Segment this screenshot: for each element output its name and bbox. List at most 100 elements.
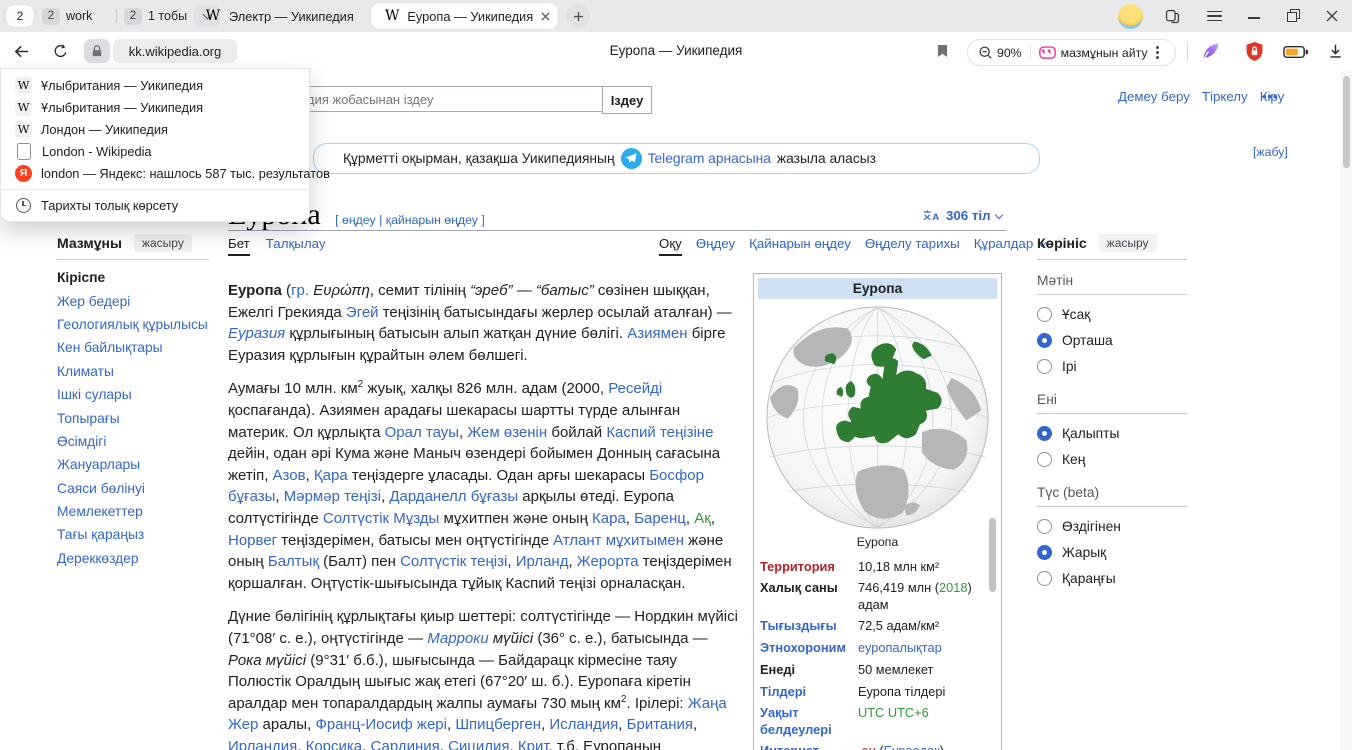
page-tab[interactable]: Талқылау [266, 236, 326, 256]
page-tab[interactable]: Қайнарын өңдеу [749, 236, 851, 256]
page-tab[interactable]: Бет [228, 236, 250, 256]
radio-label: Кең [1062, 452, 1085, 467]
wiki-more-menu[interactable]: ••• [1262, 89, 1279, 104]
tab-group-collapsed[interactable]: 2 [6, 5, 34, 27]
wiki-search-button[interactable]: Іздеу [602, 86, 652, 114]
radio-label: Орташа [1062, 333, 1113, 348]
header-link[interactable]: Демеу беру [1118, 89, 1190, 104]
telegram-channel-link[interactable]: Telegram арнасына [648, 151, 771, 166]
appearance-section-color: Түс (beta) Өздігінен Жарық [1037, 485, 1187, 591]
window-minimize-button[interactable] [1245, 9, 1263, 27]
language-selector[interactable]: A 306 тіл [922, 208, 1002, 223]
tab-group-work[interactable]: 2 work [42, 5, 92, 27]
section-divider [1037, 506, 1187, 507]
radio-option[interactable]: Қалыпты [1037, 420, 1187, 446]
radio-option[interactable]: Ұсақ [1037, 301, 1187, 327]
plus-icon [573, 11, 584, 22]
appearance-hide-button[interactable]: жасыру [1099, 234, 1157, 252]
toc-item[interactable]: Жануарлары [57, 453, 209, 476]
tab-europa-active[interactable]: W Еуропа — Уикипедия [371, 3, 558, 29]
suggestion-item[interactable]: Лондон — Уикипедия [1, 118, 309, 140]
toc-item[interactable]: Дереккөздер [57, 547, 209, 570]
suggestion-item[interactable]: Ұлыбритания — Уикипедия [1, 96, 309, 118]
bookmark-button[interactable] [935, 43, 949, 59]
toc-item[interactable]: Кен байлықтары [57, 336, 209, 359]
close-tab-icon[interactable] [541, 12, 550, 21]
suggestion-item[interactable]: Ұлыбритания — Уикипедия [1, 74, 309, 96]
toc-item[interactable]: Климаты [57, 360, 209, 383]
browser-menu-button[interactable] [1205, 7, 1223, 25]
radio-label: Ірі [1062, 359, 1077, 374]
radio-option[interactable]: Орташа [1037, 327, 1187, 353]
radio-option[interactable]: Ірі [1037, 353, 1187, 379]
wikipedia-favicon: W [385, 8, 399, 24]
radio-option[interactable]: Кең [1037, 446, 1187, 472]
browser-toolbar: kk.wikipedia.org Еуропа — Уикипедия 90% … [0, 32, 1352, 71]
infobox-caption: Еуропа [758, 535, 997, 549]
editor-extension-button[interactable] [1200, 40, 1222, 62]
toc-item[interactable]: Ішкі сулары [57, 383, 209, 406]
radio-label: Қараңғы [1062, 571, 1116, 586]
profile-avatar[interactable] [1118, 4, 1143, 29]
window-maximize-button[interactable] [1284, 7, 1302, 25]
side-panel-button[interactable] [1163, 7, 1181, 25]
close-icon [1326, 10, 1338, 22]
page-tab[interactable]: Құралдар [974, 236, 1046, 256]
show-full-history-item[interactable]: Тарихты толық көрсету [1, 194, 309, 217]
infobox-image[interactable] [758, 304, 997, 531]
window-close-button[interactable] [1323, 7, 1341, 25]
radio-option[interactable]: Өздігінен [1037, 513, 1187, 539]
toc-item[interactable]: Саяси бөлінуі [57, 477, 209, 500]
inner-scrollbar-thumb[interactable] [989, 518, 996, 592]
scrollbar-track[interactable] [1341, 70, 1352, 750]
suggestion-item[interactable]: london — Яндекс: нашлось 587 тыс. резуль… [1, 162, 309, 184]
radio-label: Жарық [1062, 545, 1106, 560]
address-bar-domain[interactable]: kk.wikipedia.org [113, 39, 237, 63]
wikipedia-icon [15, 121, 32, 138]
radio-icon [1037, 307, 1052, 322]
back-button[interactable] [10, 41, 32, 61]
toc-item[interactable]: Кіріспе [57, 266, 209, 289]
new-tab-button[interactable] [566, 4, 590, 28]
radio-option[interactable]: Қараңғы [1037, 565, 1187, 591]
adblock-extension-button[interactable] [1243, 40, 1265, 62]
banner-close-link[interactable]: [жабу] [1253, 145, 1288, 159]
tab-electr[interactable]: W Электр — Уикипедия [200, 0, 354, 32]
appearance-section-text: Мәтін Ұсақ Орташа [1037, 273, 1187, 379]
scrollbar-thumb[interactable] [1343, 76, 1350, 168]
reload-icon [52, 43, 69, 60]
zoom-level[interactable]: 90% [997, 46, 1022, 60]
header-link[interactable]: Тіркелу [1202, 89, 1248, 104]
zoom-out-icon[interactable] [978, 45, 993, 60]
wikipedia-favicon: W [205, 8, 221, 24]
lock-icon [91, 44, 103, 58]
infobox-row: Тығыздығы 72,5 адам/км² [758, 616, 997, 638]
battery-extension-button[interactable] [1283, 44, 1309, 59]
toc-hide-button[interactable]: жасыру [134, 234, 192, 252]
browser-window: 2 2 work 2 1 тобы W Электр — Уикипедия W… [0, 0, 1352, 750]
page-tab[interactable]: Өңделу тарихы [865, 236, 960, 256]
page-tab[interactable]: Оқу [659, 236, 682, 256]
title-edit-links[interactable]: [ өңдеу | қайнарын өңдеу ] [335, 213, 485, 227]
show-history-label: Тарихты толық көрсету [41, 198, 178, 213]
reload-button[interactable] [50, 42, 70, 60]
toc-item[interactable]: Жер бедері [57, 289, 209, 312]
downloads-button[interactable] [1325, 41, 1345, 61]
toc-item[interactable]: Өсімдігі [57, 430, 209, 453]
site-security-button[interactable] [84, 39, 110, 63]
pill-more-button[interactable] [1156, 46, 1159, 59]
toc-item[interactable]: Топырағы [57, 406, 209, 429]
page-tab[interactable]: Өңдеу [696, 236, 735, 256]
suggestion-item[interactable]: London - Wikipedia [1, 140, 309, 162]
suggestion-text: London - Wikipedia [42, 144, 152, 159]
read-aloud-button[interactable]: мазмұнын айту [1061, 46, 1148, 60]
toc-item[interactable]: Тағы қараңыз [57, 523, 209, 546]
wikipedia-icon [15, 99, 32, 116]
radio-option[interactable]: Жарық [1037, 539, 1187, 565]
toc-item[interactable]: Геологиялық құрылысы [57, 313, 209, 336]
tab-group-toby[interactable]: 2 1 тобы [124, 5, 187, 27]
toc-item[interactable]: Мемлекеттер [57, 500, 209, 523]
infobox-row: Халық саны 746,419 млн (2018) адам [758, 578, 997, 616]
suggestion-text: Лондон — Уикипедия [41, 122, 168, 137]
address-suggestions-dropdown: Ұлыбритания — Уикипедия Ұлыбритания — Уи… [0, 68, 310, 222]
